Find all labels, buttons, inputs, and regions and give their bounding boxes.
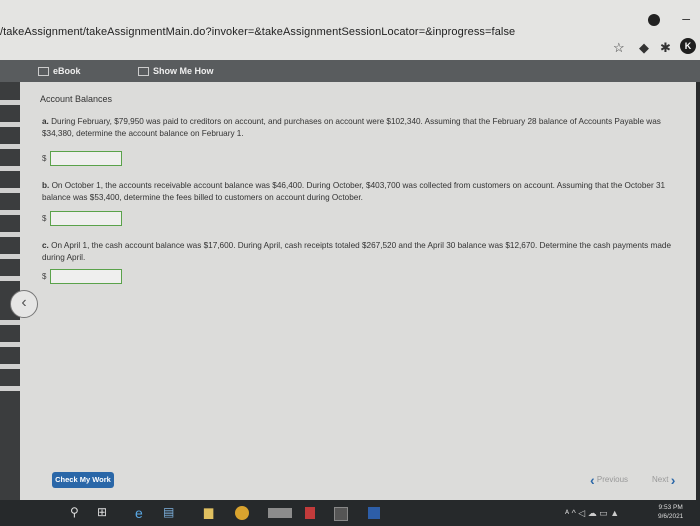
strip-bar [0, 188, 20, 193]
answer-row-b: $ [42, 211, 122, 226]
currency-symbol: $ [42, 272, 47, 281]
answer-input-b[interactable] [50, 211, 122, 226]
question-text: On October 1, the accounts receivable ac… [42, 181, 666, 202]
strip-bar [0, 364, 20, 369]
video-icon [138, 67, 149, 77]
browser-bar: /takeAssignment/takeAssignmentMain.do?in… [0, 0, 700, 62]
check-my-work-button[interactable]: Check My Work [52, 472, 114, 488]
word-icon[interactable] [368, 507, 380, 519]
chevron-left-icon: ‹ [590, 472, 595, 488]
answer-input-a[interactable] [50, 151, 122, 166]
page-title: Account Balances [40, 94, 113, 104]
clock-time: 9:53 PM [658, 504, 683, 511]
chevron-left-icon: ‹ [21, 294, 27, 311]
strip-bar [0, 232, 20, 237]
strip-bar [0, 320, 20, 325]
show-me-how-label: Show Me How [153, 66, 214, 76]
extension-icon[interactable]: ◆ [639, 40, 649, 56]
clock[interactable]: 9:53 PM 9/6/2021 [658, 503, 683, 521]
app-icon[interactable] [268, 508, 292, 518]
clock-date: 9/6/2021 [658, 513, 684, 520]
question-text: During February, $79,950 was paid to cre… [42, 117, 661, 138]
os-taskbar: ⚲ ⊞ e ▤ ▆ ᴬ ^ ◁ ☁ ▭ ▲ 9:53 PM 9/6/2021 [0, 500, 700, 526]
store-icon[interactable]: ▤ [163, 505, 174, 519]
address-bar-url[interactable]: /takeAssignment/takeAssignmentMain.do?in… [0, 26, 515, 38]
task-view-icon[interactable]: ⊞ [97, 505, 107, 519]
answer-input-c[interactable] [50, 269, 122, 284]
question-b: b. On October 1, the accounts receivable… [42, 180, 692, 204]
folder-icon[interactable]: ▆ [204, 505, 213, 519]
next-label: Next [652, 475, 669, 485]
strip-bar [0, 210, 20, 215]
assignment-panel: Account Balances a. During February, $79… [20, 82, 696, 500]
currency-symbol: $ [42, 214, 47, 223]
strip-bar [0, 122, 20, 127]
minimize-icon[interactable]: – [682, 10, 690, 26]
strip-bar [0, 342, 20, 347]
strip-bar [0, 276, 20, 281]
question-letter: c. [42, 241, 49, 250]
puzzle-icon[interactable]: ✱ [660, 40, 671, 56]
question-c: c. On April 1, the cash account balance … [42, 240, 692, 264]
previous-label: Previous [596, 475, 629, 485]
previous-button[interactable]: ‹ Previous [590, 472, 628, 488]
question-letter: a. [42, 117, 49, 126]
strip-bar [0, 144, 20, 149]
profile-avatar[interactable]: K [680, 38, 696, 54]
app-icon[interactable] [305, 507, 315, 519]
ebook-label: eBook [53, 66, 81, 76]
edge-icon[interactable]: e [135, 505, 143, 521]
app-icon[interactable] [334, 507, 348, 521]
book-icon [38, 67, 49, 77]
question-text: On April 1, the cash account balance was… [42, 241, 672, 262]
currency-symbol: $ [42, 154, 47, 163]
bookmark-star-icon[interactable]: ☆ [613, 40, 625, 56]
ebook-button[interactable]: eBook [38, 63, 81, 79]
question-a: a. During February, $79,950 was paid to … [42, 116, 692, 140]
chrome-icon[interactable] [235, 506, 249, 520]
answer-row-a: $ [42, 151, 122, 166]
strip-bar [0, 166, 20, 171]
strip-bar [0, 100, 20, 105]
strip-bar [0, 386, 20, 391]
show-me-how-button[interactable]: Show Me How [138, 63, 214, 79]
system-tray-icons[interactable]: ᴬ ^ ◁ ☁ ▭ ▲ [565, 508, 619, 519]
next-button[interactable]: Next › [652, 472, 675, 488]
chevron-right-icon: › [670, 472, 676, 488]
search-icon[interactable]: ⚲ [70, 505, 79, 519]
collapse-button[interactable]: ‹ [10, 290, 38, 318]
question-letter: b. [42, 181, 50, 190]
strip-bar [0, 254, 20, 259]
app-toolbar: eBook Show Me How [0, 60, 700, 82]
answer-row-c: $ [42, 269, 122, 284]
record-icon[interactable] [648, 14, 660, 26]
